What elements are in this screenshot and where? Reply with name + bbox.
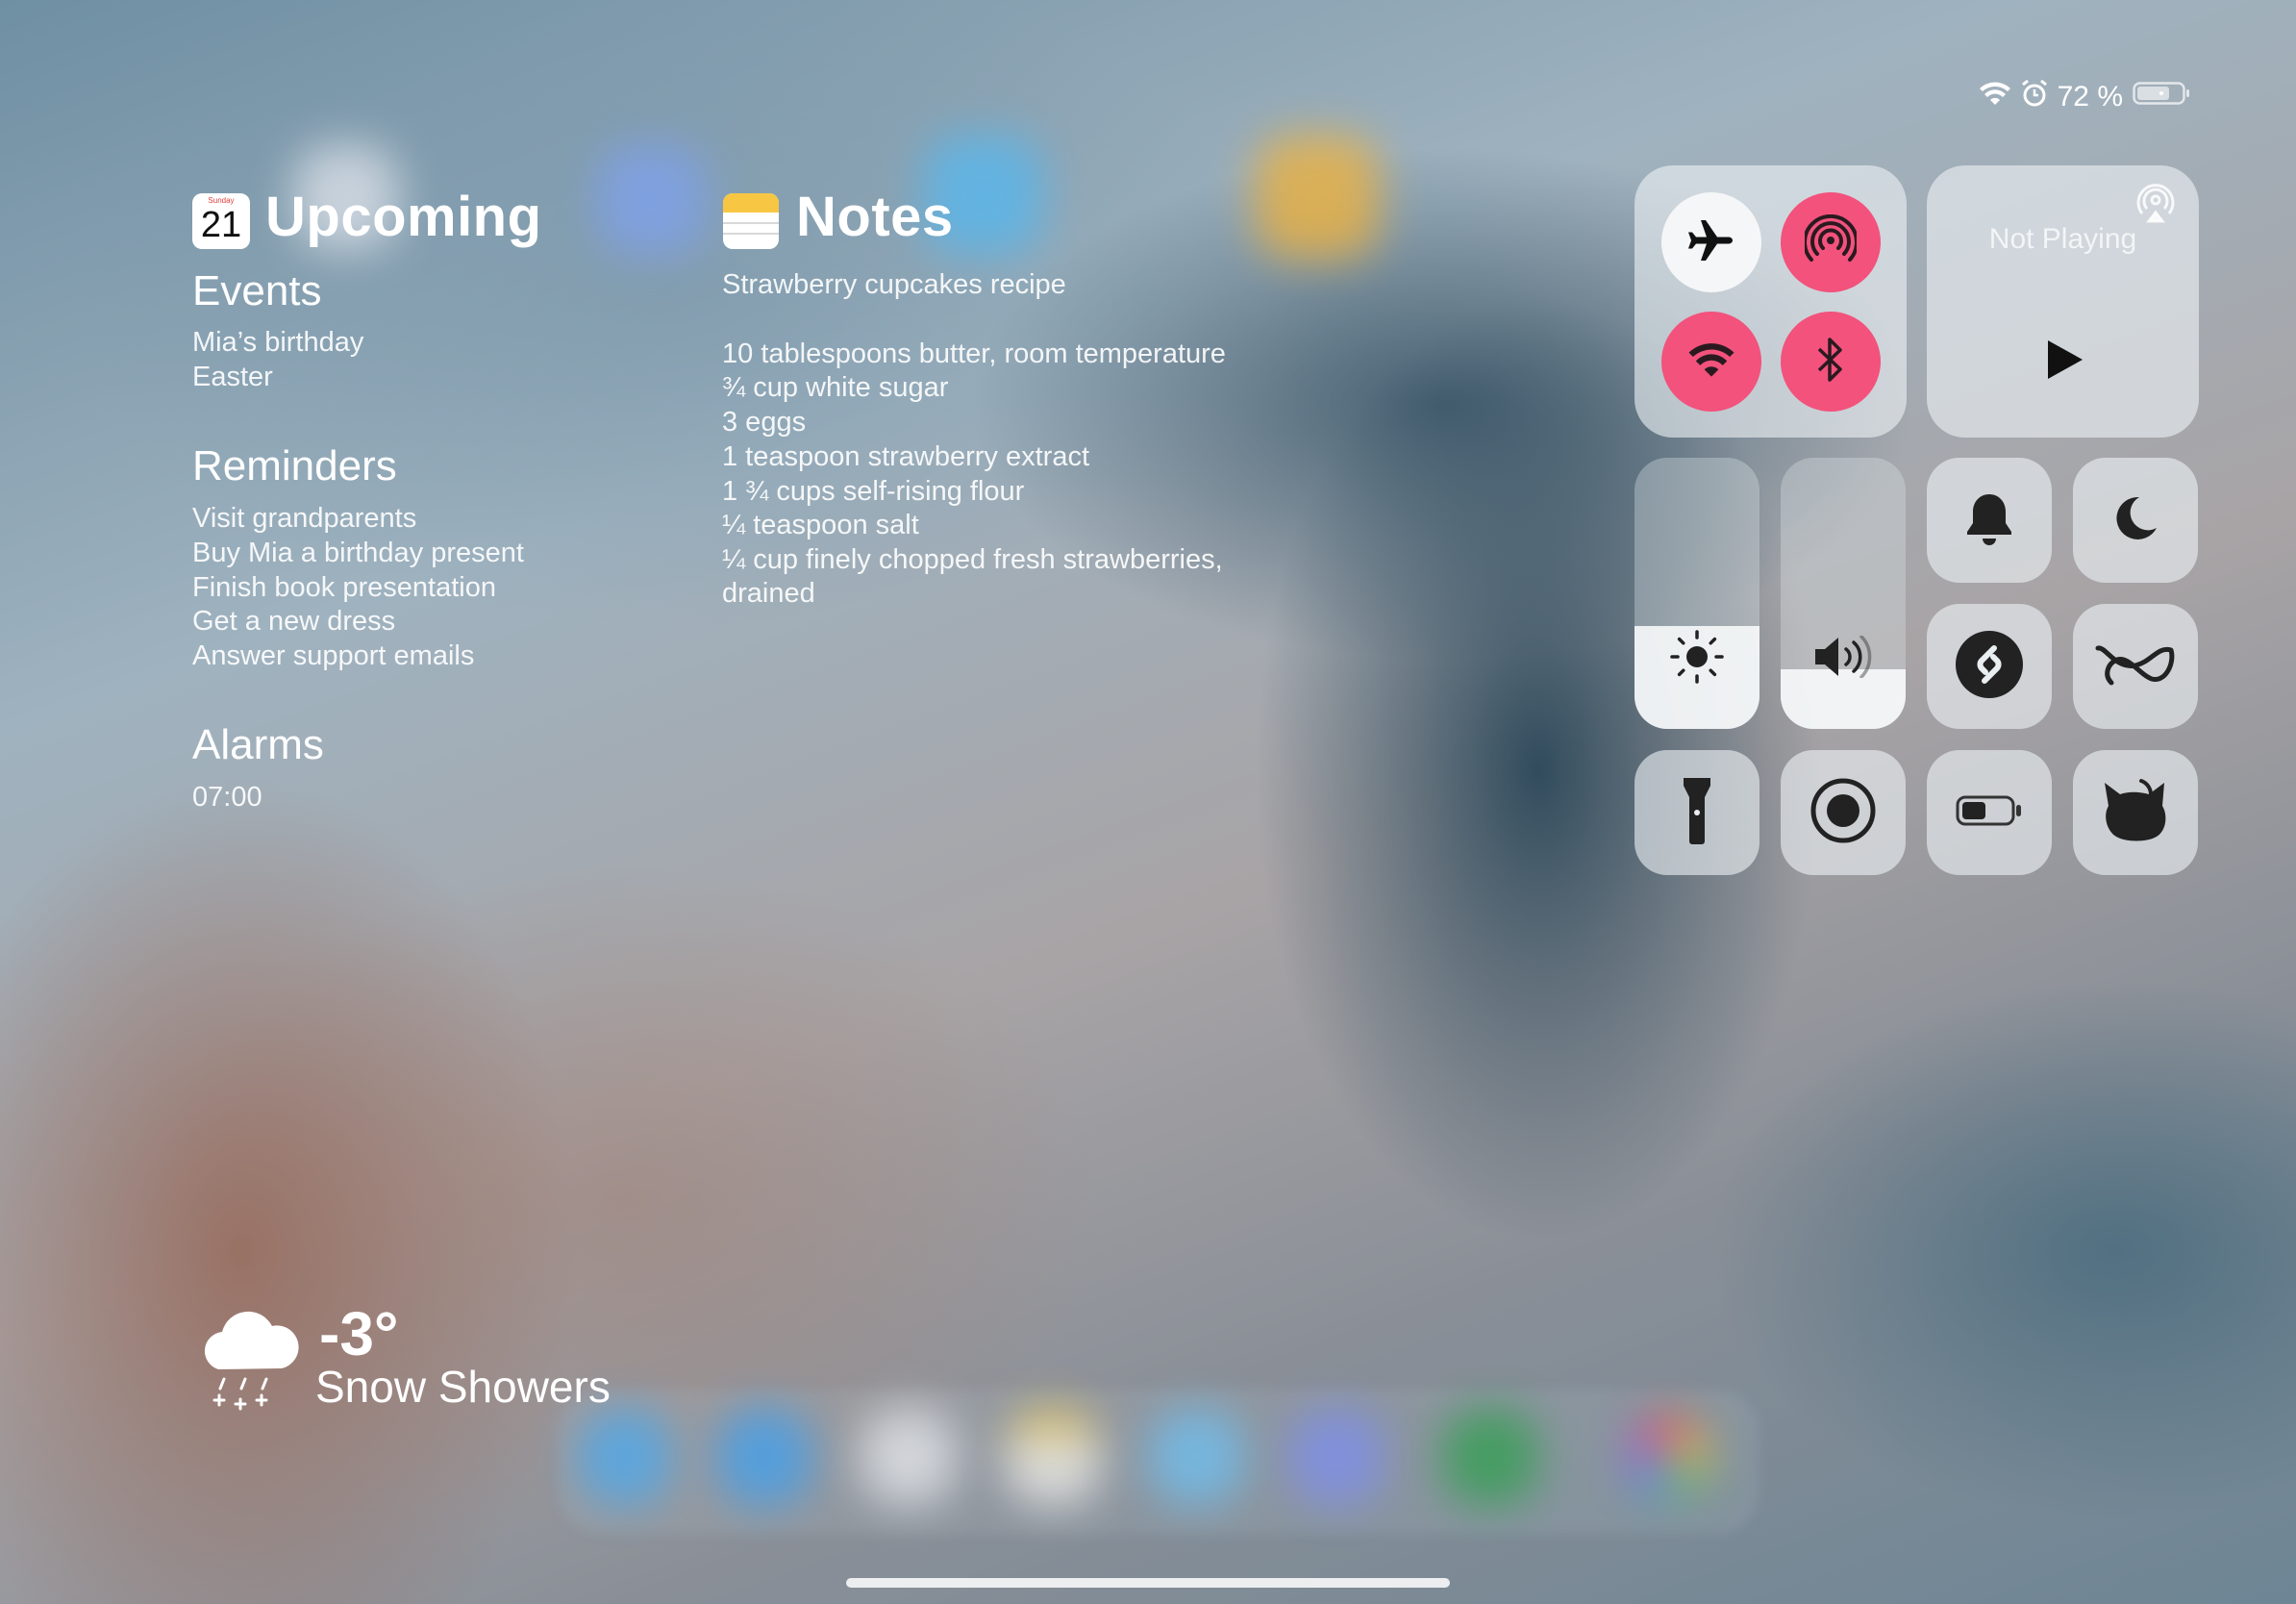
shazam-icon	[1954, 629, 2025, 704]
reminder-item: Answer support emails	[192, 640, 475, 671]
wifi-toggle[interactable]	[1661, 312, 1761, 412]
dock-app-icon[interactable]	[716, 1409, 812, 1505]
dock-app-icon[interactable]	[861, 1409, 957, 1505]
sound-recognition-button[interactable]	[2073, 750, 2198, 875]
alarm-icon	[2021, 79, 2048, 115]
calendar-icon-day: 21	[200, 205, 242, 245]
alarm-item: 07:00	[192, 782, 262, 813]
weather-condition: Snow Showers	[315, 1362, 611, 1412]
dock-app-icon[interactable]	[1625, 1414, 1711, 1500]
note-title: Strawberry cupcakes recipe	[722, 269, 1066, 300]
cat-icon	[2099, 777, 2172, 848]
do-not-disturb-button[interactable]	[2073, 458, 2198, 583]
event-item: Mia’s birthday	[192, 327, 364, 358]
dock-app-icon[interactable]	[1149, 1409, 1245, 1505]
snow-cloud-icon	[197, 1300, 303, 1417]
notes-icon	[723, 193, 779, 249]
note-line: 3 eggs	[722, 407, 807, 438]
connectivity-tile	[1635, 165, 1907, 438]
accessibility-shortcut-button[interactable]	[2073, 604, 2198, 729]
note-line: ¼ teaspoon salt	[722, 510, 919, 540]
play-icon[interactable]	[2046, 338, 2084, 385]
silent-mode-button[interactable]	[1927, 458, 2052, 583]
bell-icon	[1964, 490, 2014, 550]
calendar-icon-weekday: Sunday	[208, 196, 235, 205]
note-line: ¾ cup white sugar	[722, 372, 949, 403]
flashlight-button[interactable]	[1635, 750, 1759, 875]
low-power-mode-button[interactable]	[1927, 750, 2052, 875]
note-line: 1 ¾ cups self-rising flour	[722, 476, 1025, 507]
wifi-icon	[1687, 339, 1735, 384]
upcoming-title: Upcoming	[265, 186, 542, 248]
brightness-slider[interactable]	[1635, 458, 1759, 729]
battery-icon	[2133, 80, 2190, 114]
bluetooth-icon	[1814, 336, 1847, 388]
note-line: ¼ cup finely chopped fresh strawberries,	[722, 544, 1223, 575]
speaker-volume-icon	[1813, 635, 1877, 682]
volume-slider[interactable]	[1781, 458, 1906, 729]
note-line: 10 tablespoons butter, room temperature	[722, 338, 1226, 369]
airdrop-toggle[interactable]	[1781, 192, 1881, 292]
dock-app-icon[interactable]	[1005, 1409, 1101, 1505]
blurred-app-icon	[1255, 135, 1380, 260]
shazam-button[interactable]	[1927, 604, 2052, 729]
wifi-icon	[1979, 80, 2011, 114]
infinity-ribbon-icon	[2094, 640, 2177, 692]
note-line: 1 teaspoon strawberry extract	[722, 441, 1090, 472]
bluetooth-toggle[interactable]	[1781, 312, 1881, 412]
reminder-item: Get a new dress	[192, 606, 396, 637]
moon-icon	[2110, 493, 2160, 547]
brightness-icon	[1666, 626, 1728, 691]
now-playing-label: Not Playing	[1988, 223, 2137, 255]
note-line: drained	[722, 578, 815, 609]
status-bar: 72 %	[1979, 79, 2190, 115]
blurred-app-icon	[596, 144, 707, 255]
screen-recording-button[interactable]	[1781, 750, 1906, 875]
battery-percent: 72 %	[2057, 81, 2123, 113]
flashlight-icon	[1681, 776, 1713, 849]
dock-app-icon[interactable]	[1442, 1409, 1538, 1505]
weather-temperature: -3°	[319, 1299, 399, 1368]
airplane-icon	[1686, 215, 1736, 269]
reminder-item: Finish book presentation	[192, 572, 496, 603]
now-playing-tile[interactable]: Not Playing	[1927, 165, 2199, 438]
alarms-heading: Alarms	[192, 721, 324, 768]
reminders-heading: Reminders	[192, 442, 397, 489]
event-item: Easter	[192, 362, 273, 392]
dock-app-icon[interactable]	[1288, 1409, 1385, 1505]
events-heading: Events	[192, 267, 322, 314]
home-indicator[interactable]	[846, 1578, 1450, 1588]
battery-low-power-icon	[1956, 794, 2023, 831]
dock-app-icon[interactable]	[577, 1409, 673, 1505]
notes-title: Notes	[796, 186, 954, 248]
calendar-icon: Sunday 21	[192, 193, 250, 249]
airdrop-icon	[1803, 213, 1859, 270]
record-icon	[1809, 777, 1877, 848]
reminder-item: Buy Mia a birthday present	[192, 538, 524, 568]
airplay-audio-icon[interactable]	[2135, 183, 2176, 227]
airplane-mode-toggle[interactable]	[1661, 192, 1761, 292]
reminder-item: Visit grandparents	[192, 503, 417, 534]
